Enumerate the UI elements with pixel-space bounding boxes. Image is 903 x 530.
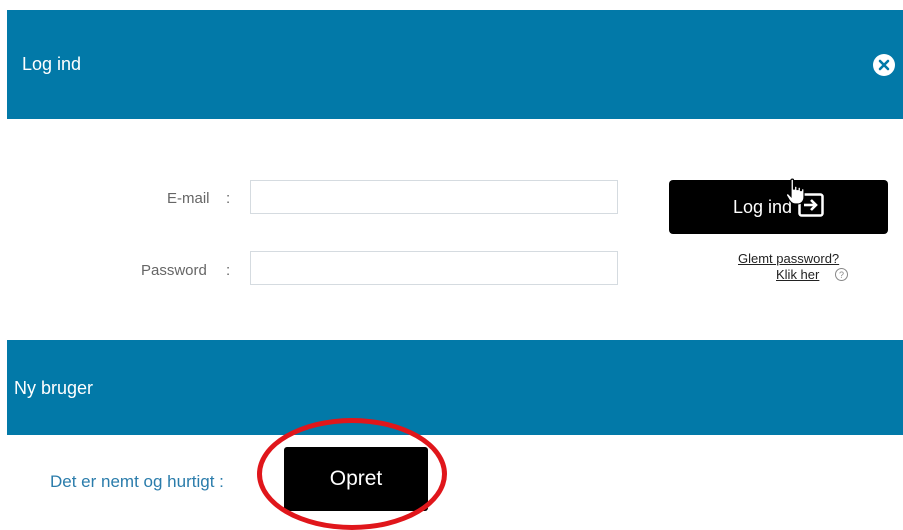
sign-in-icon bbox=[798, 192, 824, 222]
login-title: Log ind bbox=[22, 54, 82, 74]
login-button-label: Log ind bbox=[732, 196, 793, 217]
login-button[interactable]: Log ind bbox=[669, 180, 888, 234]
help-icon[interactable]: ? bbox=[835, 268, 848, 281]
create-button-label: Opret bbox=[329, 467, 383, 490]
password-colon: : bbox=[226, 262, 231, 279]
email-colon: : bbox=[226, 190, 231, 207]
close-icon[interactable] bbox=[873, 54, 895, 76]
email-input[interactable] bbox=[250, 180, 618, 214]
close-x-glyph bbox=[878, 59, 890, 71]
login-header: Log ind bbox=[7, 10, 903, 119]
new-user-header: Ny bruger bbox=[7, 340, 903, 435]
email-label: E-mail bbox=[167, 190, 210, 207]
promo-text: Det er nemt og hurtigt : bbox=[50, 472, 224, 491]
password-input[interactable] bbox=[250, 251, 618, 285]
forgot-password-link[interactable]: Glemt password? bbox=[738, 251, 839, 266]
password-label: Password bbox=[141, 262, 207, 279]
click-here-link[interactable]: Klik her bbox=[776, 267, 819, 282]
create-account-button[interactable]: Opret bbox=[284, 447, 428, 511]
new-user-title: Ny bruger bbox=[14, 378, 94, 398]
